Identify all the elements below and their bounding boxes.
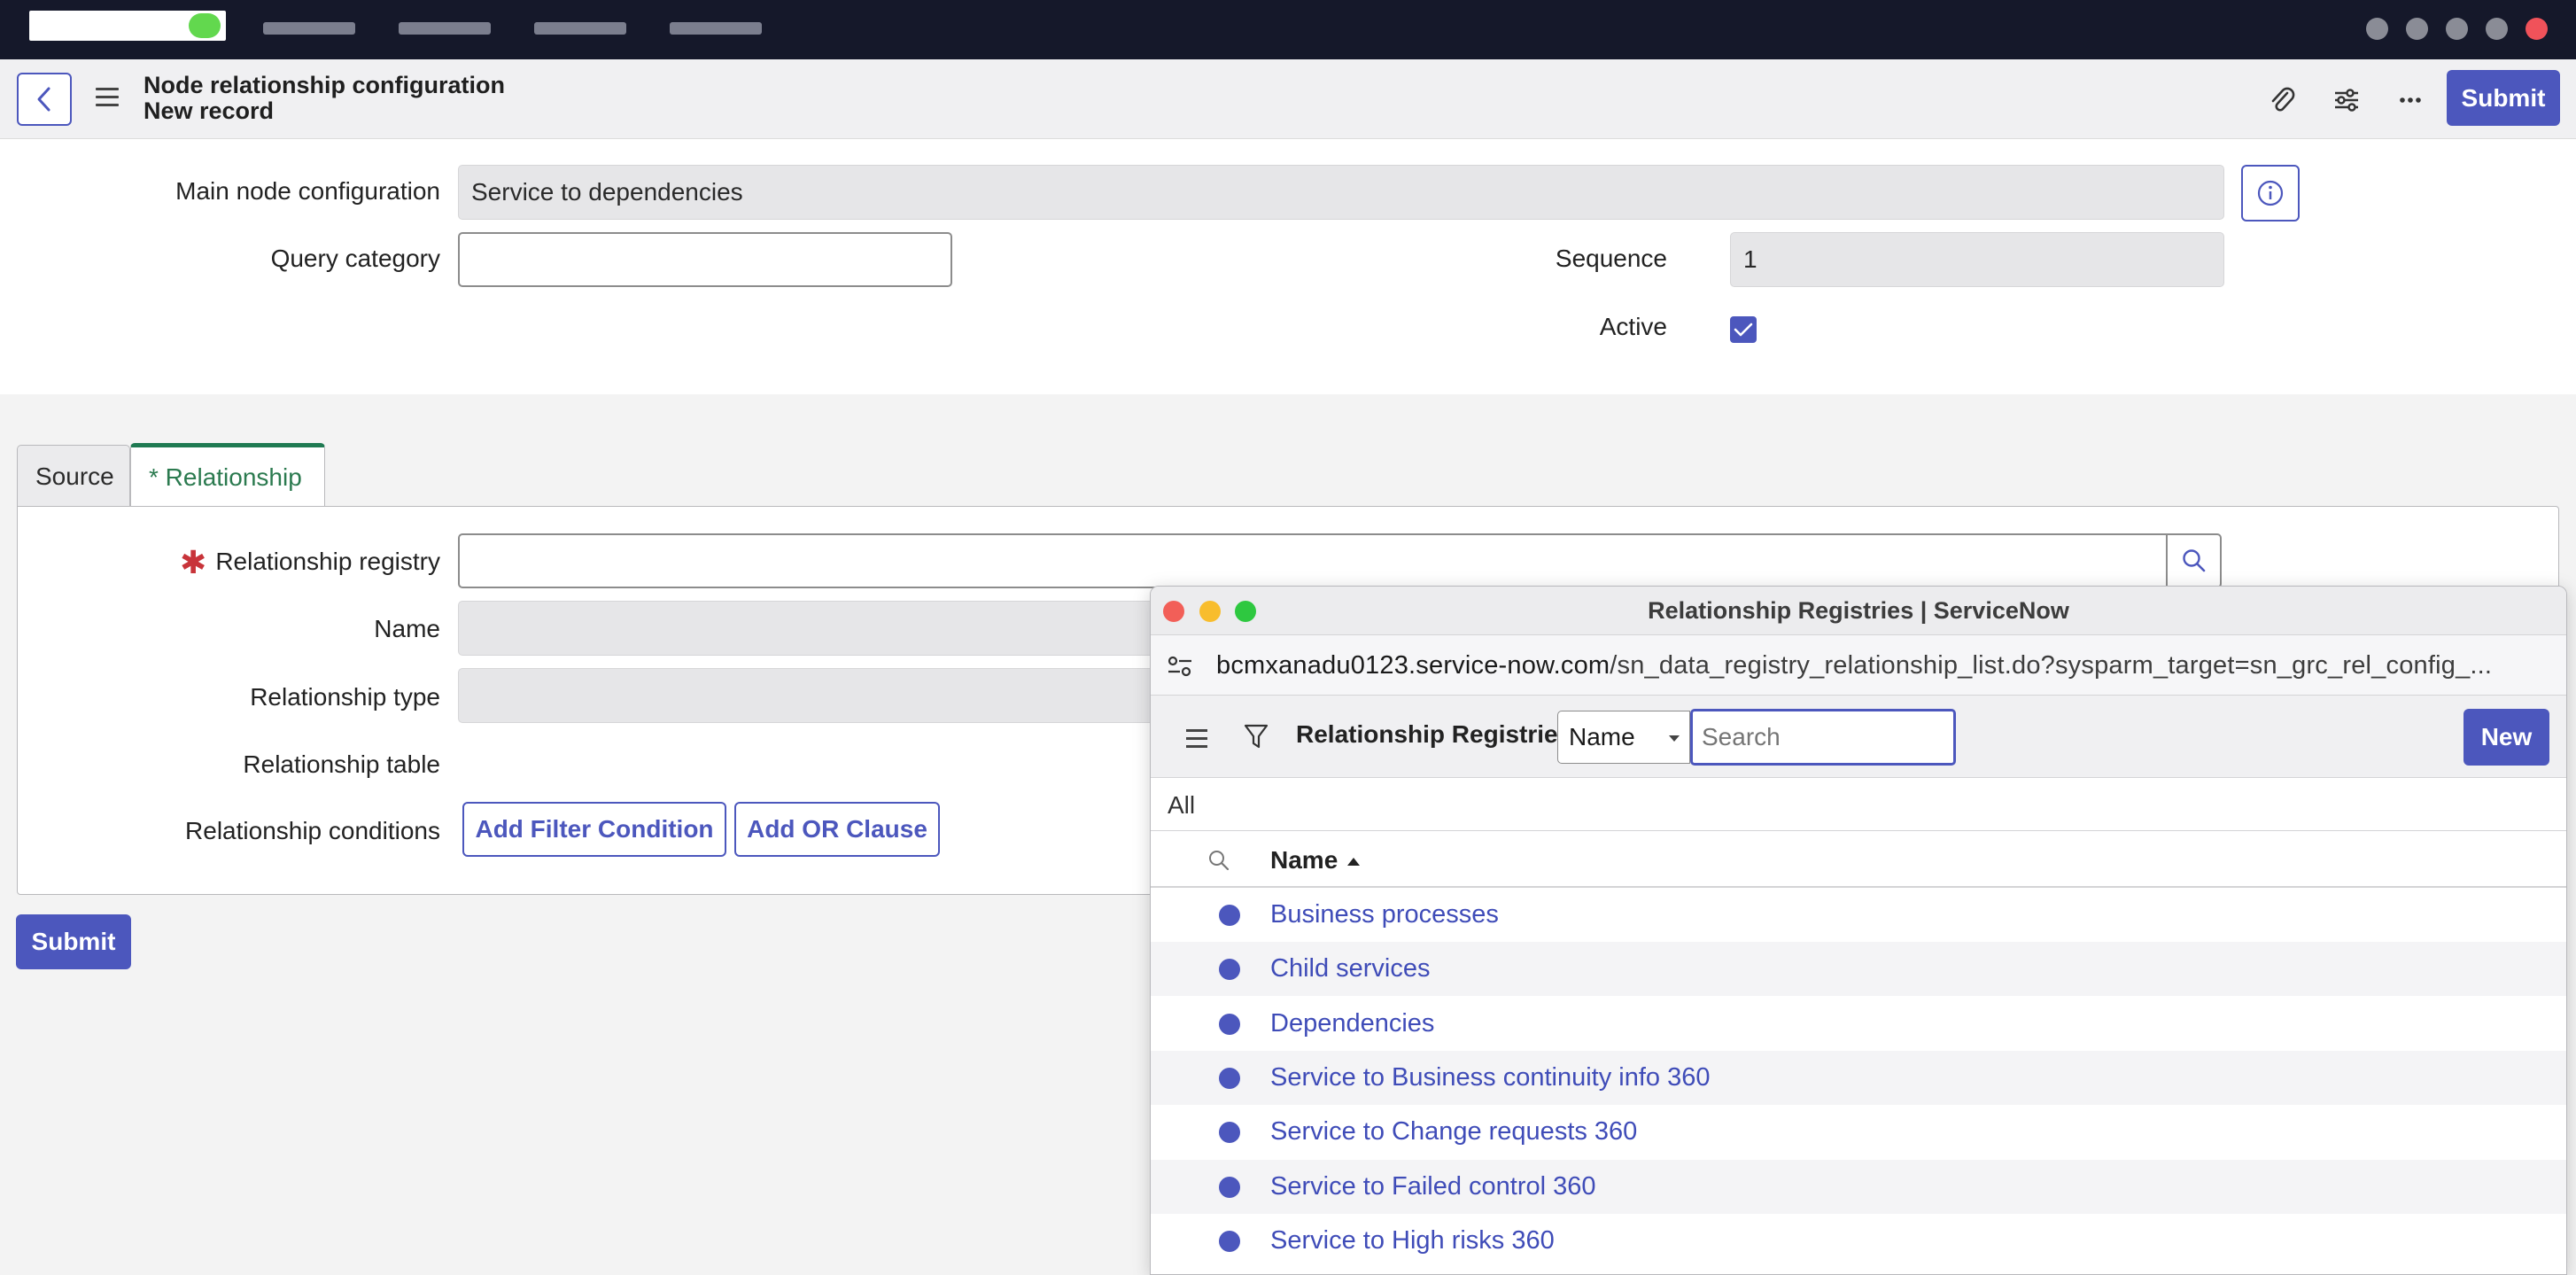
row-link[interactable]: Service to Change requests 360 (1270, 1117, 1637, 1147)
active-checkbox[interactable] (1730, 316, 1757, 343)
search-icon (2182, 549, 2205, 572)
record-preview-icon[interactable] (1219, 905, 1240, 926)
caret-down-icon (1669, 735, 1680, 742)
add-or-clause-button[interactable]: Add OR Clause (734, 802, 940, 857)
window-control-2[interactable] (2406, 18, 2428, 40)
query-category-label: Query category (270, 245, 440, 272)
active-label: Active (1599, 313, 1667, 340)
search-input[interactable] (1690, 709, 1956, 766)
bottom-submit-button[interactable]: Submit (16, 914, 131, 969)
record-preview-icon[interactable] (1219, 959, 1240, 980)
url-host: bcmxanadu0123.service-now.com (1216, 651, 1610, 680)
window-control-1[interactable] (2366, 18, 2388, 40)
tab-relationship[interactable]: * Relationship (130, 443, 325, 507)
popup-titlebar: Relationship Registries | ServiceNow (1151, 587, 2566, 635)
list-menu-icon[interactable] (1186, 729, 1207, 748)
info-icon (2257, 180, 2284, 206)
nav-item-4[interactable] (670, 22, 762, 35)
back-button[interactable] (17, 73, 72, 126)
name-field (458, 601, 1167, 656)
relationship-conditions-label: Relationship conditions (185, 817, 440, 844)
record-preview-icon[interactable] (1219, 1231, 1240, 1252)
main-node-field: Service to dependencies (458, 165, 2224, 220)
relationship-registries-popup: Relationship Registries | ServiceNow bcm… (1150, 586, 2567, 1275)
record-preview-icon[interactable] (1219, 1177, 1240, 1198)
main-node-label: Main node configuration (175, 177, 440, 205)
sequence-label: Sequence (1555, 245, 1667, 272)
name-column-header[interactable]: Name (1270, 846, 1338, 875)
table-row: Service to Failed control 360 (1151, 1160, 2566, 1214)
table-row: Dependencies (1151, 997, 2566, 1051)
menu-icon[interactable] (96, 88, 119, 107)
nav-item-3[interactable] (534, 22, 626, 35)
nav-item-2[interactable] (399, 22, 491, 35)
top-navigation-bar (0, 0, 2576, 59)
chevron-left-icon (37, 87, 50, 112)
window-control-3[interactable] (2446, 18, 2468, 40)
row-link[interactable]: Service to High risks 360 (1270, 1226, 1555, 1256)
nav-item-1[interactable] (263, 22, 355, 35)
table-row: Service to Change requests 360 (1151, 1105, 2566, 1159)
row-link[interactable]: Service to Failed control 360 (1270, 1172, 1596, 1201)
address-bar[interactable]: bcmxanadu0123.service-now.com/sn_data_re… (1151, 635, 2566, 696)
column-search-icon[interactable] (1207, 849, 1230, 872)
record-header: Node relationship configuration New reco… (0, 59, 2576, 139)
paperclip-icon[interactable] (2266, 84, 2298, 116)
info-button[interactable] (2241, 165, 2300, 222)
tab-source[interactable]: Source (17, 445, 130, 507)
relationship-type-field (458, 668, 1167, 723)
add-filter-condition-button[interactable]: Add Filter Condition (462, 802, 726, 857)
table-row: Child services (1151, 942, 2566, 996)
search-field-value: Name (1569, 723, 1635, 750)
row-link[interactable]: Business processes (1270, 900, 1499, 929)
table-row: Service to High risks 360 (1151, 1214, 2566, 1268)
list-title: Relationship Registries (1296, 720, 1572, 748)
status-indicator (189, 13, 221, 38)
sort-ascending-icon[interactable] (1346, 856, 1361, 867)
more-options-icon[interactable] (2394, 84, 2426, 116)
search-field-select[interactable]: Name (1557, 711, 1690, 764)
relationship-table-label: Relationship table (243, 750, 440, 778)
window-close-control[interactable] (2526, 18, 2548, 40)
name-label: Name (374, 615, 440, 642)
checkmark-icon (1734, 323, 1753, 337)
record-preview-icon[interactable] (1219, 1068, 1240, 1089)
record-preview-icon[interactable] (1219, 1122, 1240, 1143)
row-link[interactable]: Service to Business continuity info 360 (1270, 1063, 1711, 1092)
page-title: Node relationship configuration (144, 72, 506, 98)
window-control-4[interactable] (2486, 18, 2508, 40)
query-category-field[interactable] (458, 232, 952, 287)
record-preview-icon[interactable] (1219, 1014, 1240, 1035)
table-row: Service to Business continuity info 360 (1151, 1051, 2566, 1105)
breadcrumb: All (1151, 778, 2566, 831)
table-header: Name (1151, 831, 2566, 888)
breadcrumb-all[interactable]: All (1168, 791, 1195, 820)
sequence-field[interactable]: 1 (1730, 232, 2224, 287)
relationship-type-label: Relationship type (250, 683, 440, 711)
popup-window-title: Relationship Registries | ServiceNow (1648, 597, 2069, 624)
new-button[interactable]: New (2463, 709, 2549, 766)
row-link[interactable]: Dependencies (1270, 1009, 1434, 1038)
lookup-button[interactable] (2167, 533, 2222, 588)
required-marker: ✱ (180, 544, 207, 580)
page-subtitle: New record (144, 97, 275, 124)
settings-sliders-icon[interactable] (2331, 84, 2363, 116)
url-text[interactable]: bcmxanadu0123.service-now.com/sn_data_re… (1216, 651, 2492, 680)
site-settings-icon[interactable] (1165, 653, 1195, 680)
url-path: /sn_data_registry_relationship_list.do?s… (1610, 651, 2493, 680)
list-toolbar: Relationship Registries Name New (1151, 696, 2566, 778)
filter-icon[interactable] (1243, 722, 1269, 750)
relationship-registry-label: Relationship registry (215, 548, 440, 575)
header-submit-button[interactable]: Submit (2447, 70, 2560, 126)
relationship-registry-field[interactable] (458, 533, 2168, 588)
table-row: Business processes (1151, 888, 2566, 942)
row-link[interactable]: Child services (1270, 954, 1431, 983)
